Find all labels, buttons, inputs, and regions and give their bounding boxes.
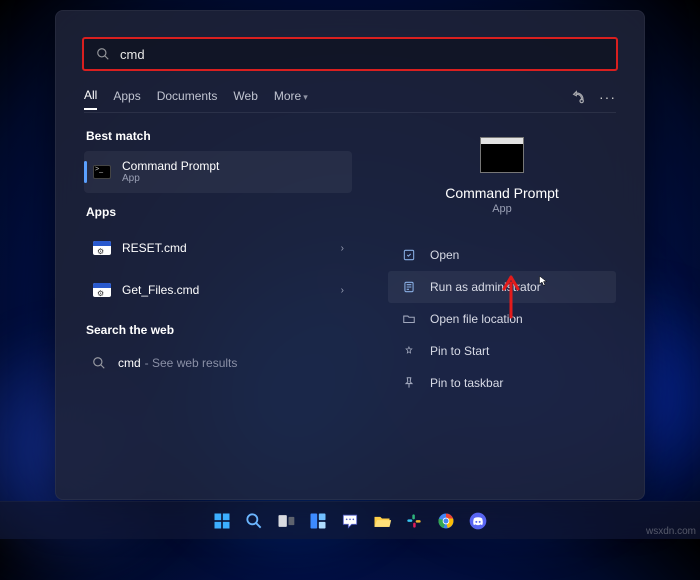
open-icon <box>402 248 416 262</box>
task-view-button[interactable] <box>273 508 299 534</box>
web-search-result[interactable]: cmd - See web results <box>84 345 352 381</box>
watermark: wsxdn.com <box>646 526 696 537</box>
file-explorer-button[interactable] <box>369 508 395 534</box>
action-open[interactable]: Open <box>388 239 616 271</box>
section-web: Search the web <box>86 323 352 337</box>
preview-title: Command Prompt <box>388 185 616 201</box>
preview-subtitle: App <box>388 203 616 215</box>
result-title: Command Prompt <box>122 159 344 173</box>
terminal-icon <box>92 162 112 182</box>
action-pin-to-start[interactable]: Pin to Start <box>388 335 616 367</box>
search-icon <box>96 47 110 61</box>
slack-button[interactable] <box>401 508 427 534</box>
result-getfiles-cmd[interactable]: Get_Files.cmd › <box>84 269 352 311</box>
filter-all[interactable]: All <box>84 88 97 110</box>
web-hint: - See web results <box>145 356 238 370</box>
section-apps: Apps <box>86 205 352 219</box>
result-reset-cmd[interactable]: RESET.cmd › <box>84 227 352 269</box>
filter-tabs: All Apps Documents Web More▾ ··· <box>84 85 616 113</box>
shield-icon <box>402 280 416 294</box>
action-pin-to-taskbar[interactable]: Pin to taskbar <box>388 367 616 399</box>
chevron-down-icon: ▾ <box>303 92 308 102</box>
action-label: Run as administrator <box>430 280 541 294</box>
preview-app-icon <box>480 137 524 173</box>
result-subtitle: App <box>122 173 344 185</box>
filter-more[interactable]: More▾ <box>274 89 308 109</box>
action-run-as-admin[interactable]: Run as administrator <box>388 271 616 303</box>
action-label: Pin to Start <box>430 344 489 358</box>
widgets-button[interactable] <box>305 508 331 534</box>
pin-icon <box>402 344 416 358</box>
chevron-right-icon: › <box>341 243 344 254</box>
folder-icon <box>402 312 416 326</box>
action-label: Open file location <box>430 312 523 326</box>
chrome-button[interactable] <box>433 508 459 534</box>
start-button[interactable] <box>209 508 235 534</box>
filter-web[interactable]: Web <box>233 89 257 109</box>
search-icon <box>92 356 106 370</box>
search-input[interactable] <box>120 47 604 62</box>
search-box[interactable] <box>82 37 618 71</box>
web-query: cmd <box>118 356 141 370</box>
result-command-prompt[interactable]: Command Prompt App <box>84 151 352 193</box>
cmd-file-icon <box>92 238 112 258</box>
more-options-icon[interactable]: ··· <box>599 89 616 108</box>
section-best-match: Best match <box>86 129 352 143</box>
action-label: Pin to taskbar <box>430 376 503 390</box>
discord-button[interactable] <box>465 508 491 534</box>
action-label: Open <box>430 248 459 262</box>
filter-documents[interactable]: Documents <box>157 89 218 109</box>
chat-button[interactable] <box>337 508 363 534</box>
search-button[interactable] <box>241 508 267 534</box>
result-title: RESET.cmd <box>122 241 341 255</box>
start-search-panel: All Apps Documents Web More▾ ··· Best ma… <box>55 10 645 500</box>
chevron-right-icon: › <box>341 285 344 296</box>
pin-icon <box>402 376 416 390</box>
filter-apps[interactable]: Apps <box>113 89 140 109</box>
recent-icon[interactable] <box>571 89 587 108</box>
action-open-file-location[interactable]: Open file location <box>388 303 616 335</box>
result-title: Get_Files.cmd <box>122 283 341 297</box>
cmd-file-icon <box>92 280 112 300</box>
taskbar <box>0 501 700 539</box>
